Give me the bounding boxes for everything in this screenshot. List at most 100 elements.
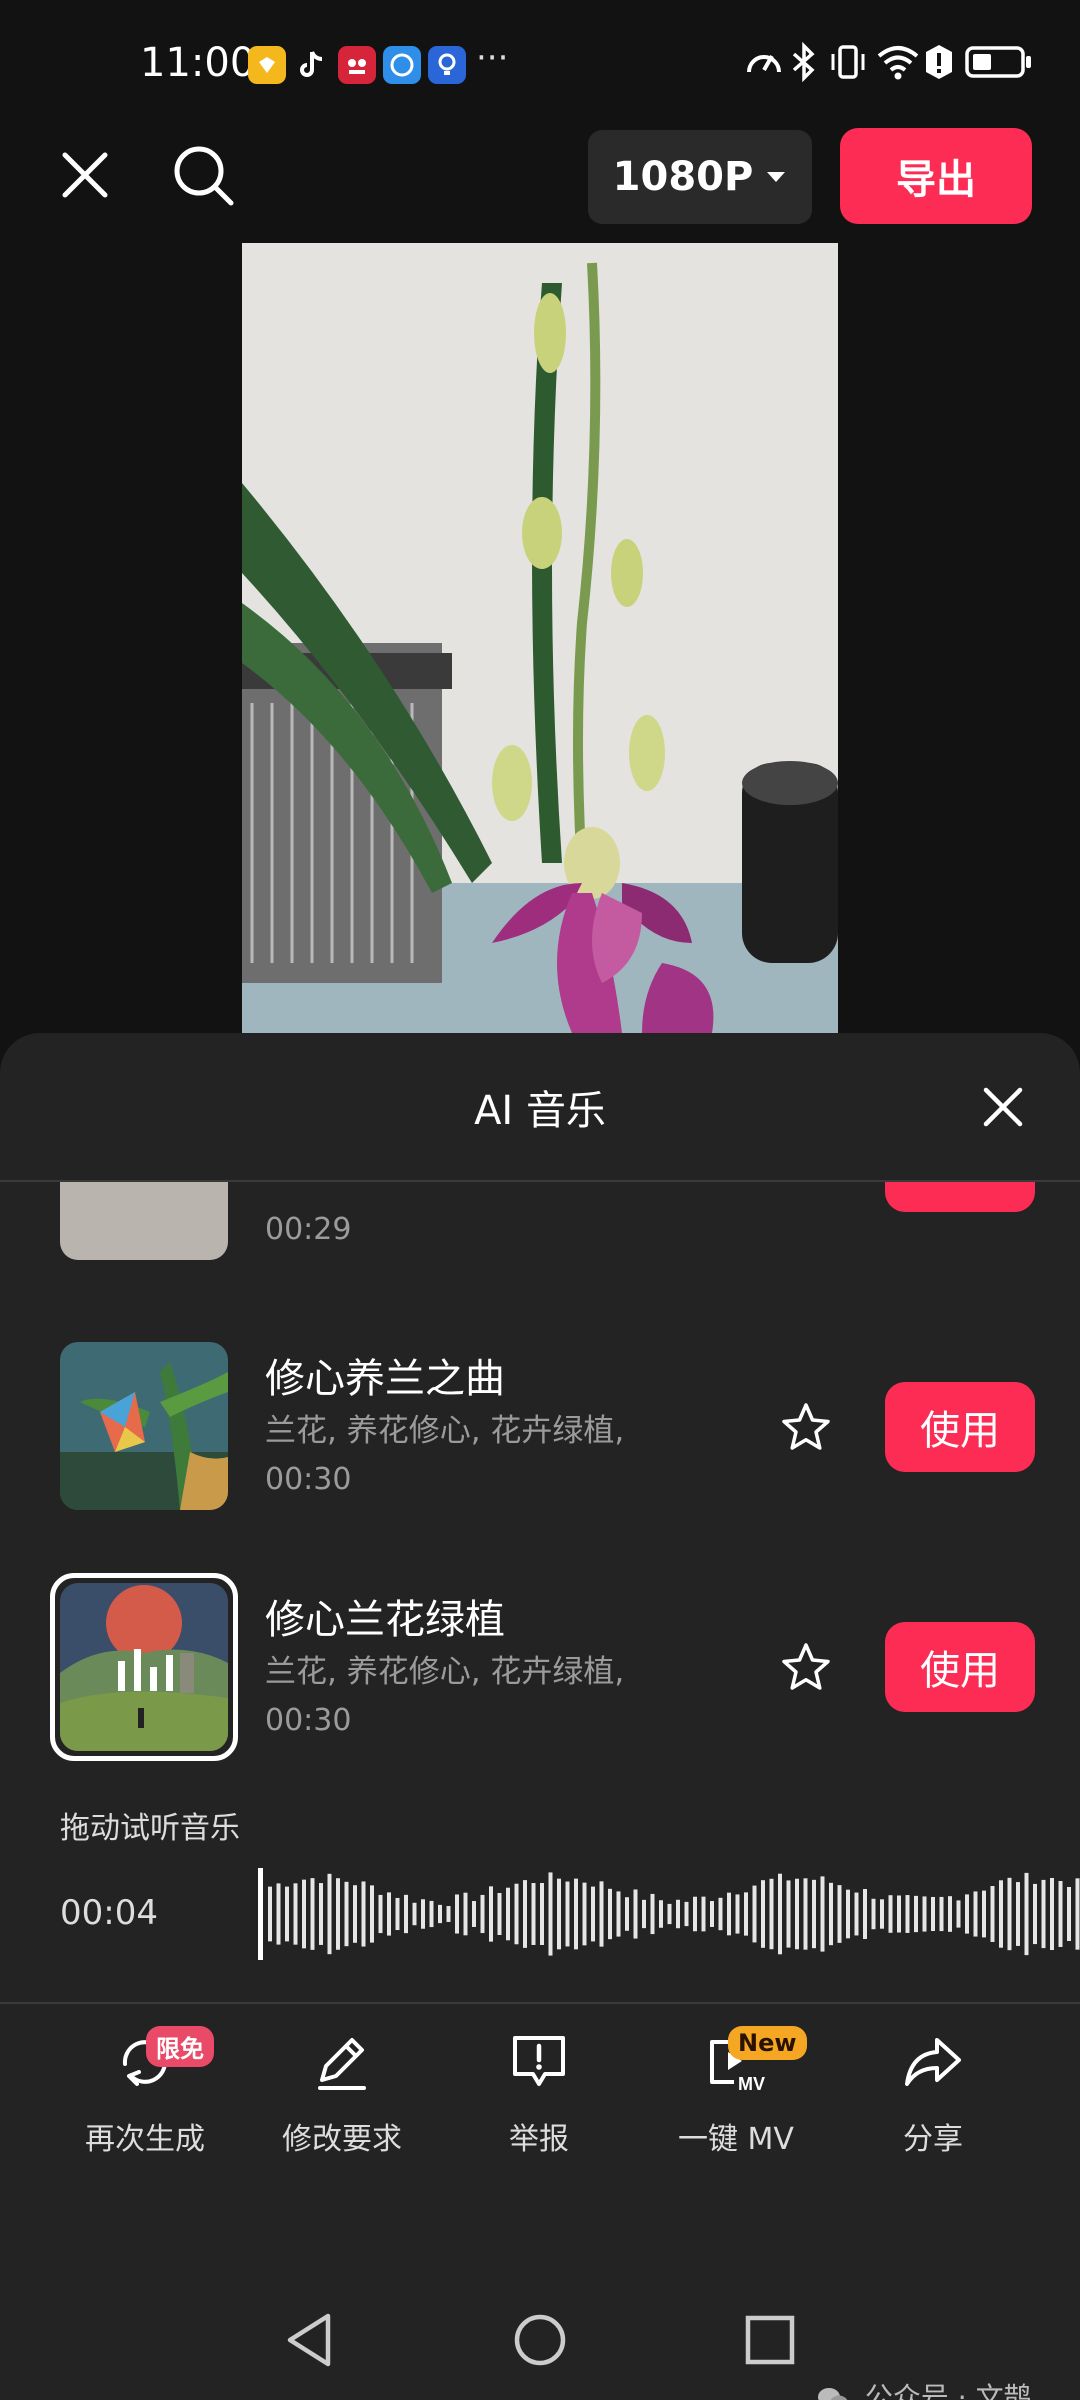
- waveform-bar: [752, 1885, 757, 1943]
- report-button[interactable]: 举报: [444, 2030, 634, 2158]
- close-icon: [62, 152, 108, 198]
- watermark-text: 公众号 · 文鹊: [864, 2381, 1032, 2400]
- waveform-bar: [319, 1883, 323, 1945]
- track-duration: 00:29: [265, 1212, 352, 1247]
- waveform-bar: [378, 1894, 383, 1934]
- star-icon: [782, 1643, 830, 1690]
- export-button[interactable]: 导出: [840, 128, 1032, 224]
- waveform-bar: [302, 1879, 306, 1949]
- waveform-bar: [786, 1880, 791, 1948]
- waveform-bar: [395, 1897, 400, 1931]
- recents-nav-button[interactable]: [744, 2314, 796, 2366]
- waveform-bar: [574, 1878, 578, 1950]
- track-cover-image: [60, 1182, 228, 1260]
- waveform-bar: [438, 1904, 442, 1924]
- status-time: 11:00: [140, 40, 256, 86]
- share-button[interactable]: 分享: [838, 2030, 1028, 2158]
- track-duration: 00:30: [265, 1703, 352, 1738]
- waveform-bar: [582, 1882, 587, 1946]
- video-preview[interactable]: [242, 243, 838, 1033]
- resolution-label: 1080P: [612, 154, 754, 200]
- waveform-bar: [285, 1886, 289, 1942]
- music-track-item[interactable]: 00:29: [0, 1182, 1080, 1302]
- search-button[interactable]: [166, 138, 242, 214]
- waveform-bar: [761, 1880, 765, 1948]
- status-bar: 11:00 ···: [0, 0, 1080, 130]
- use-button[interactable]: 使用: [885, 1622, 1035, 1712]
- action-label: 举报: [509, 2122, 569, 2157]
- waveform-bar: [735, 1894, 740, 1934]
- waveform-bar: [888, 1895, 893, 1933]
- waveform-bar: [429, 1900, 434, 1928]
- track-cover-image[interactable]: [60, 1583, 228, 1751]
- tiktok-icon: [293, 46, 331, 84]
- waveform-bar: [897, 1895, 901, 1933]
- playhead[interactable]: [258, 1868, 263, 1960]
- waveform-bar: [948, 1896, 952, 1932]
- waveform-bar: [973, 1891, 978, 1937]
- speed-icon: [747, 55, 781, 73]
- resolution-dropdown[interactable]: 1080P: [588, 130, 812, 224]
- waveform-bar: [412, 1902, 417, 1926]
- home-nav-button[interactable]: [512, 2312, 568, 2368]
- waveform-bar: [837, 1885, 842, 1943]
- waveform-bar: [353, 1885, 357, 1943]
- share-icon: [905, 2038, 961, 2086]
- actions-divider: [0, 2002, 1080, 2004]
- waveform-bar: [710, 1901, 714, 1927]
- waveform-bar: [982, 1890, 986, 1938]
- sheet-close-button[interactable]: [978, 1082, 1028, 1132]
- modify-request-button[interactable]: 修改要求: [247, 2030, 437, 2158]
- waveform-bar: [642, 1899, 646, 1929]
- waveform-bar: [965, 1894, 969, 1934]
- bulb-app-icon: [428, 46, 466, 84]
- blue-app-icon: [383, 46, 421, 84]
- vibrate-icon: [831, 45, 865, 79]
- waveform-bar: [684, 1901, 689, 1927]
- use-button[interactable]: [885, 1182, 1035, 1212]
- waveform-bar: [778, 1873, 782, 1955]
- alert-status-icon: [926, 45, 952, 79]
- report-icon: [513, 2036, 565, 2086]
- waveform-bar: [455, 1894, 459, 1934]
- track-cover-image[interactable]: [60, 1342, 228, 1510]
- favorite-button[interactable]: [778, 1400, 834, 1456]
- waveform-bar: [336, 1878, 340, 1950]
- waveform-bar: [1024, 1872, 1029, 1956]
- waveform-bar: [361, 1881, 366, 1947]
- waveform-bar: [276, 1883, 281, 1945]
- waveform-bar: [489, 1886, 493, 1942]
- waveform-bar: [404, 1894, 408, 1934]
- waveform-bar: [1016, 1882, 1020, 1946]
- waveform-bar: [557, 1878, 561, 1950]
- waveform-bar: [327, 1873, 332, 1955]
- action-label: 分享: [903, 2122, 963, 2157]
- bluetooth-icon: [792, 42, 815, 82]
- waveform-bar: [1058, 1881, 1063, 1947]
- waveform-bar: [599, 1881, 604, 1947]
- waveform-bar: [608, 1888, 612, 1940]
- free-badge: 限免: [146, 2026, 214, 2067]
- watermark: 公众号 · 文鹊: [816, 2376, 1032, 2400]
- use-button[interactable]: 使用: [885, 1382, 1035, 1472]
- close-editor-button[interactable]: [50, 140, 120, 210]
- waveform-bar: [922, 1896, 927, 1932]
- red-app-icon: [338, 46, 376, 84]
- back-nav-button[interactable]: [282, 2310, 338, 2370]
- waveform-bar: [956, 1900, 961, 1928]
- more-notifications-icon: ···: [476, 38, 509, 78]
- waveform-bar: [1041, 1879, 1046, 1949]
- waveform-bar: [667, 1903, 672, 1925]
- favorite-button[interactable]: [778, 1640, 834, 1696]
- waveform-bar: [999, 1880, 1003, 1948]
- svg-text:MV: MV: [738, 2074, 765, 2094]
- waveform-bar: [854, 1892, 859, 1936]
- waveform-scrubber[interactable]: [258, 1864, 1080, 1964]
- playing-indicator-icon: [118, 1649, 173, 1691]
- scrub-hint: 拖动试听音乐: [60, 1811, 240, 1846]
- waveform-bar: [803, 1878, 808, 1950]
- waveform-bar: [701, 1896, 706, 1932]
- waveform-bar: [523, 1880, 527, 1948]
- edit-icon: [318, 2038, 366, 2090]
- action-label: 一键 MV: [678, 2122, 794, 2157]
